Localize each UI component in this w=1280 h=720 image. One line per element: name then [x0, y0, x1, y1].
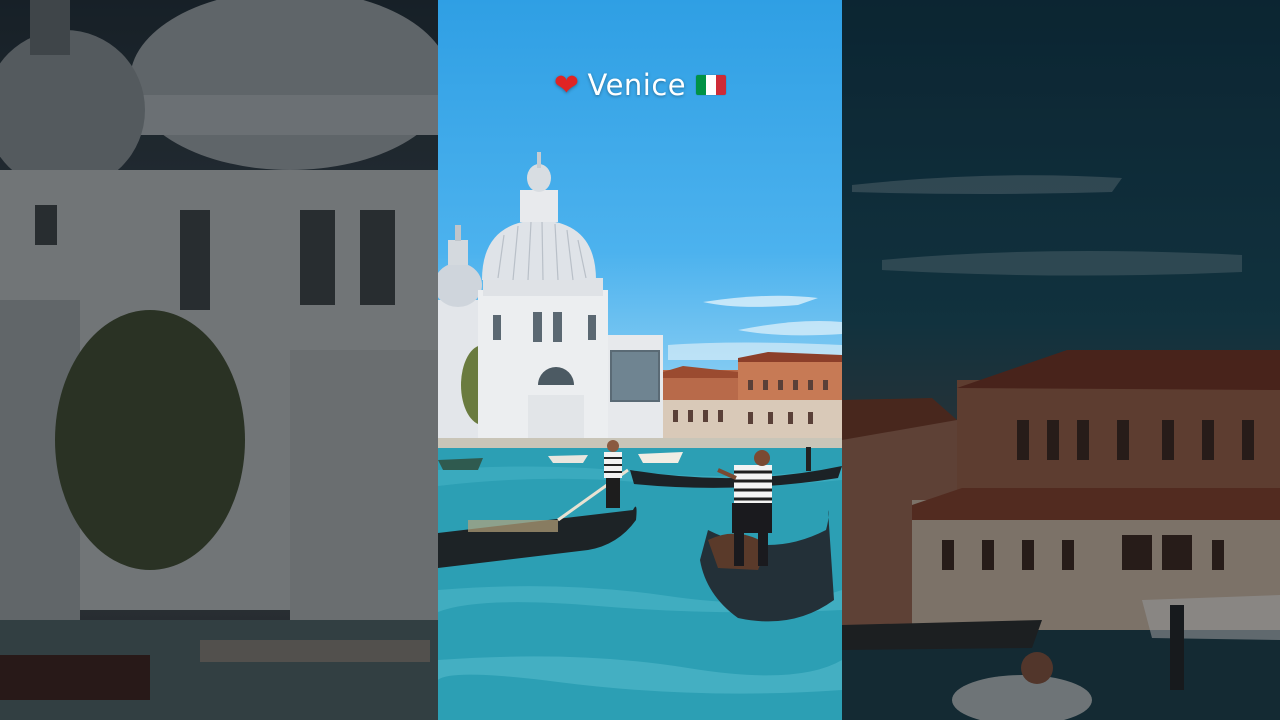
title-text: Venice [587, 68, 687, 102]
left-background-panel [0, 0, 438, 720]
title-overlay: ❤ Venice [438, 66, 842, 103]
italy-flag-icon [696, 75, 727, 95]
heart-icon: ❤ [553, 67, 580, 103]
venice-scene [438, 152, 842, 720]
venice-photo-panel: ❤ Venice [438, 0, 842, 720]
right-background-panel [842, 0, 1280, 720]
